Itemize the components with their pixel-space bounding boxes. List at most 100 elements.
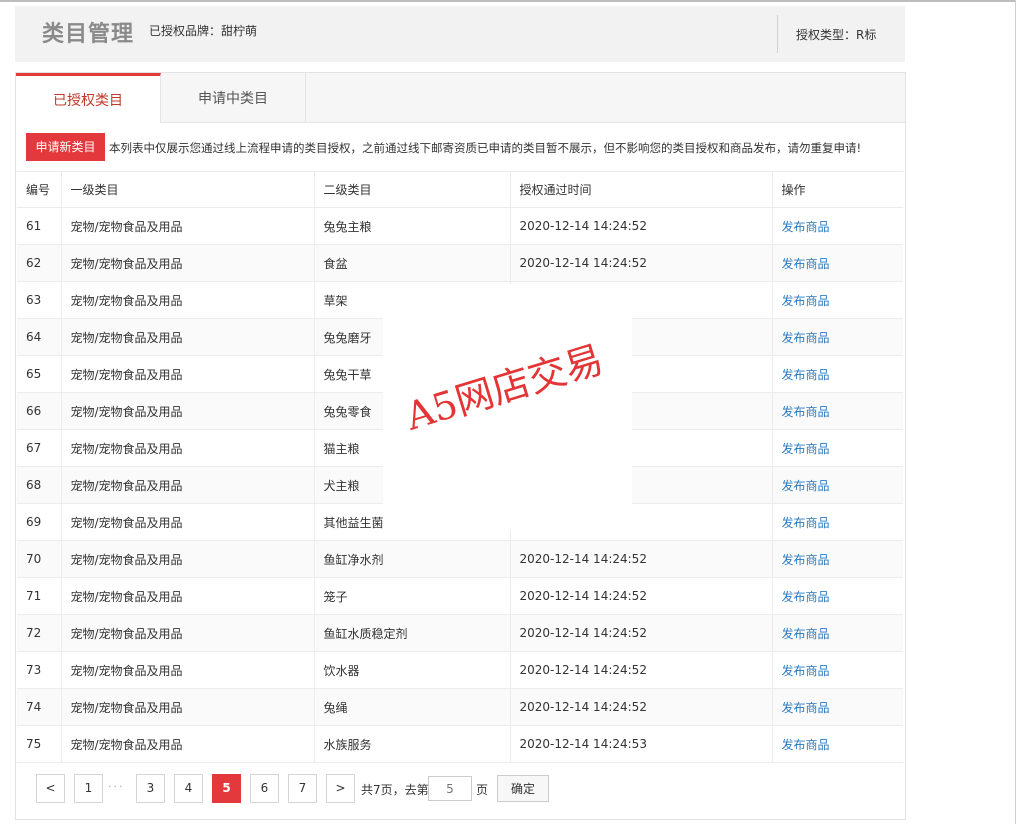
publish-product-link[interactable]: 发布商品 [782, 294, 830, 308]
publish-product-link[interactable]: 发布商品 [782, 220, 830, 234]
table-row: 73 宠物/宠物食品及用品 饮水器 2020-12-14 14:24:52 发布商品 [17, 651, 903, 689]
apply-new-category-button[interactable]: 申请新类目 [26, 133, 105, 161]
cell-authorized-time: 2020-12-14 14:24:52 [510, 540, 773, 578]
cell-authorized-time: 2020-12-14 14:24:52 [510, 688, 773, 726]
cell-action: 发布商品 [772, 244, 903, 282]
publish-product-link[interactable]: 发布商品 [782, 516, 830, 530]
cell-authorized-time: 2020-12-14 14:24:53 [510, 725, 773, 763]
cell-id: 68 [17, 466, 62, 504]
cell-level2-category: 水族服务 [314, 725, 511, 763]
cell-level2-category: 饮水器 [314, 651, 511, 689]
cell-level1-category: 宠物/宠物食品及用品 [61, 281, 315, 319]
page-6-button[interactable]: 6 [250, 774, 279, 803]
cell-level1-category: 宠物/宠物食品及用品 [61, 355, 315, 393]
cell-action: 发布商品 [772, 207, 903, 245]
table-row: 71 宠物/宠物食品及用品 笼子 2020-12-14 14:24:52 发布商品 [17, 577, 903, 615]
cell-id: 66 [17, 392, 62, 430]
cell-level1-category: 宠物/宠物食品及用品 [61, 392, 315, 430]
publish-product-link[interactable]: 发布商品 [782, 257, 830, 271]
total-pages-text: 共7页，去第 [361, 783, 429, 797]
cell-action: 发布商品 [772, 392, 903, 430]
cell-action: 发布商品 [772, 725, 903, 763]
cell-action: 发布商品 [772, 429, 903, 467]
cell-action: 发布商品 [772, 651, 903, 689]
page-1-button[interactable]: 1 [74, 774, 103, 803]
publish-product-link[interactable]: 发布商品 [782, 590, 830, 604]
page-header: 类目管理 已授权品牌：甜柠萌 授权类型：R标 [15, 6, 905, 62]
tab-pending-categories[interactable]: 申请中类目 [161, 73, 306, 122]
publish-product-link[interactable]: 发布商品 [782, 405, 830, 419]
pagination-ellipsis: ··· [108, 780, 125, 793]
goto-page-confirm-button[interactable]: 确定 [497, 775, 549, 802]
column-header-time: 授权通过时间 [510, 171, 773, 208]
cell-id: 74 [17, 688, 62, 726]
cell-level1-category: 宠物/宠物食品及用品 [61, 577, 315, 615]
cell-action: 发布商品 [772, 540, 903, 578]
cell-level1-category: 宠物/宠物食品及用品 [61, 318, 315, 356]
cell-level2-category: 笼子 [314, 577, 511, 615]
publish-product-link[interactable]: 发布商品 [782, 701, 830, 715]
page-3-button[interactable]: 3 [136, 774, 165, 803]
column-header-level1: 一级类目 [61, 171, 315, 208]
cell-action: 发布商品 [772, 281, 903, 319]
cell-level1-category: 宠物/宠物食品及用品 [61, 725, 315, 763]
notice-text: 本列表中仅展示您通过线上流程申请的类目授权，之前通过线下邮寄资质已申请的类目暂不… [109, 141, 862, 155]
table-row: 70 宠物/宠物食品及用品 鱼缸净水剂 2020-12-14 14:24:52 发布商品 [17, 540, 903, 578]
publish-product-link[interactable]: 发布商品 [782, 738, 830, 752]
page-5-button-current[interactable]: 5 [212, 774, 241, 803]
column-header-action: 操作 [772, 171, 903, 208]
prev-page-button[interactable]: < [36, 774, 65, 803]
publish-product-link[interactable]: 发布商品 [782, 331, 830, 345]
cell-authorized-time: 2020-12-14 14:24:52 [510, 244, 773, 282]
publish-product-link[interactable]: 发布商品 [782, 479, 830, 493]
cell-id: 75 [17, 725, 62, 763]
publish-product-link[interactable]: 发布商品 [782, 368, 830, 382]
cell-level2-category: 鱼缸水质稳定剂 [314, 614, 511, 652]
cell-id: 65 [17, 355, 62, 393]
page-4-button[interactable]: 4 [174, 774, 203, 803]
cell-action: 发布商品 [772, 503, 903, 541]
cell-id: 73 [17, 651, 62, 689]
publish-product-link[interactable]: 发布商品 [782, 553, 830, 567]
table-row: 75 宠物/宠物食品及用品 水族服务 2020-12-14 14:24:53 发布商品 [17, 725, 903, 763]
cell-level2-category: 兔绳 [314, 688, 511, 726]
cell-action: 发布商品 [772, 614, 903, 652]
cell-level2-category: 食盆 [314, 244, 511, 282]
cell-id: 64 [17, 318, 62, 356]
publish-product-link[interactable]: 发布商品 [782, 664, 830, 678]
cell-level1-category: 宠物/宠物食品及用品 [61, 614, 315, 652]
cell-level1-category: 宠物/宠物食品及用品 [61, 540, 315, 578]
cell-authorized-time: 2020-12-14 14:24:52 [510, 651, 773, 689]
next-page-button[interactable]: > [326, 774, 355, 803]
cell-level1-category: 宠物/宠物食品及用品 [61, 429, 315, 467]
cell-id: 69 [17, 503, 62, 541]
cell-level2-category: 兔兔主粮 [314, 207, 511, 245]
cell-id: 61 [17, 207, 62, 245]
table-row: 72 宠物/宠物食品及用品 鱼缸水质稳定剂 2020-12-14 14:24:52 发布… [17, 614, 903, 652]
cell-action: 发布商品 [772, 577, 903, 615]
table-row: 62 宠物/宠物食品及用品 食盆 2020-12-14 14:24:52 发布商品 [17, 244, 903, 282]
cell-level1-category: 宠物/宠物食品及用品 [61, 688, 315, 726]
cell-action: 发布商品 [772, 688, 903, 726]
cell-action: 发布商品 [772, 318, 903, 356]
tab-authorized-categories[interactable]: 已授权类目 [16, 73, 161, 123]
publish-product-link[interactable]: 发布商品 [782, 442, 830, 456]
authorized-brand: 已授权品牌：甜柠萌 [149, 24, 258, 38]
cell-level1-category: 宠物/宠物食品及用品 [61, 466, 315, 504]
cell-level1-category: 宠物/宠物食品及用品 [61, 651, 315, 689]
table-row: 61 宠物/宠物食品及用品 兔兔主粮 2020-12-14 14:24:52 发布商品 [17, 207, 903, 245]
publish-product-link[interactable]: 发布商品 [782, 627, 830, 641]
page-suffix-text: 页 [476, 783, 489, 797]
cell-level1-category: 宠物/宠物食品及用品 [61, 503, 315, 541]
cell-action: 发布商品 [772, 466, 903, 504]
header-divider [777, 15, 778, 53]
top-border [0, 0, 1016, 2]
cell-id: 63 [17, 281, 62, 319]
page-7-button[interactable]: 7 [288, 774, 317, 803]
cell-authorized-time: 2020-12-14 14:24:52 [510, 577, 773, 615]
cell-level1-category: 宠物/宠物食品及用品 [61, 244, 315, 282]
page-title: 类目管理 [42, 22, 135, 47]
goto-page-input[interactable] [428, 776, 472, 801]
cell-id: 62 [17, 244, 62, 282]
cell-authorized-time: 2020-12-14 14:24:52 [510, 207, 773, 245]
